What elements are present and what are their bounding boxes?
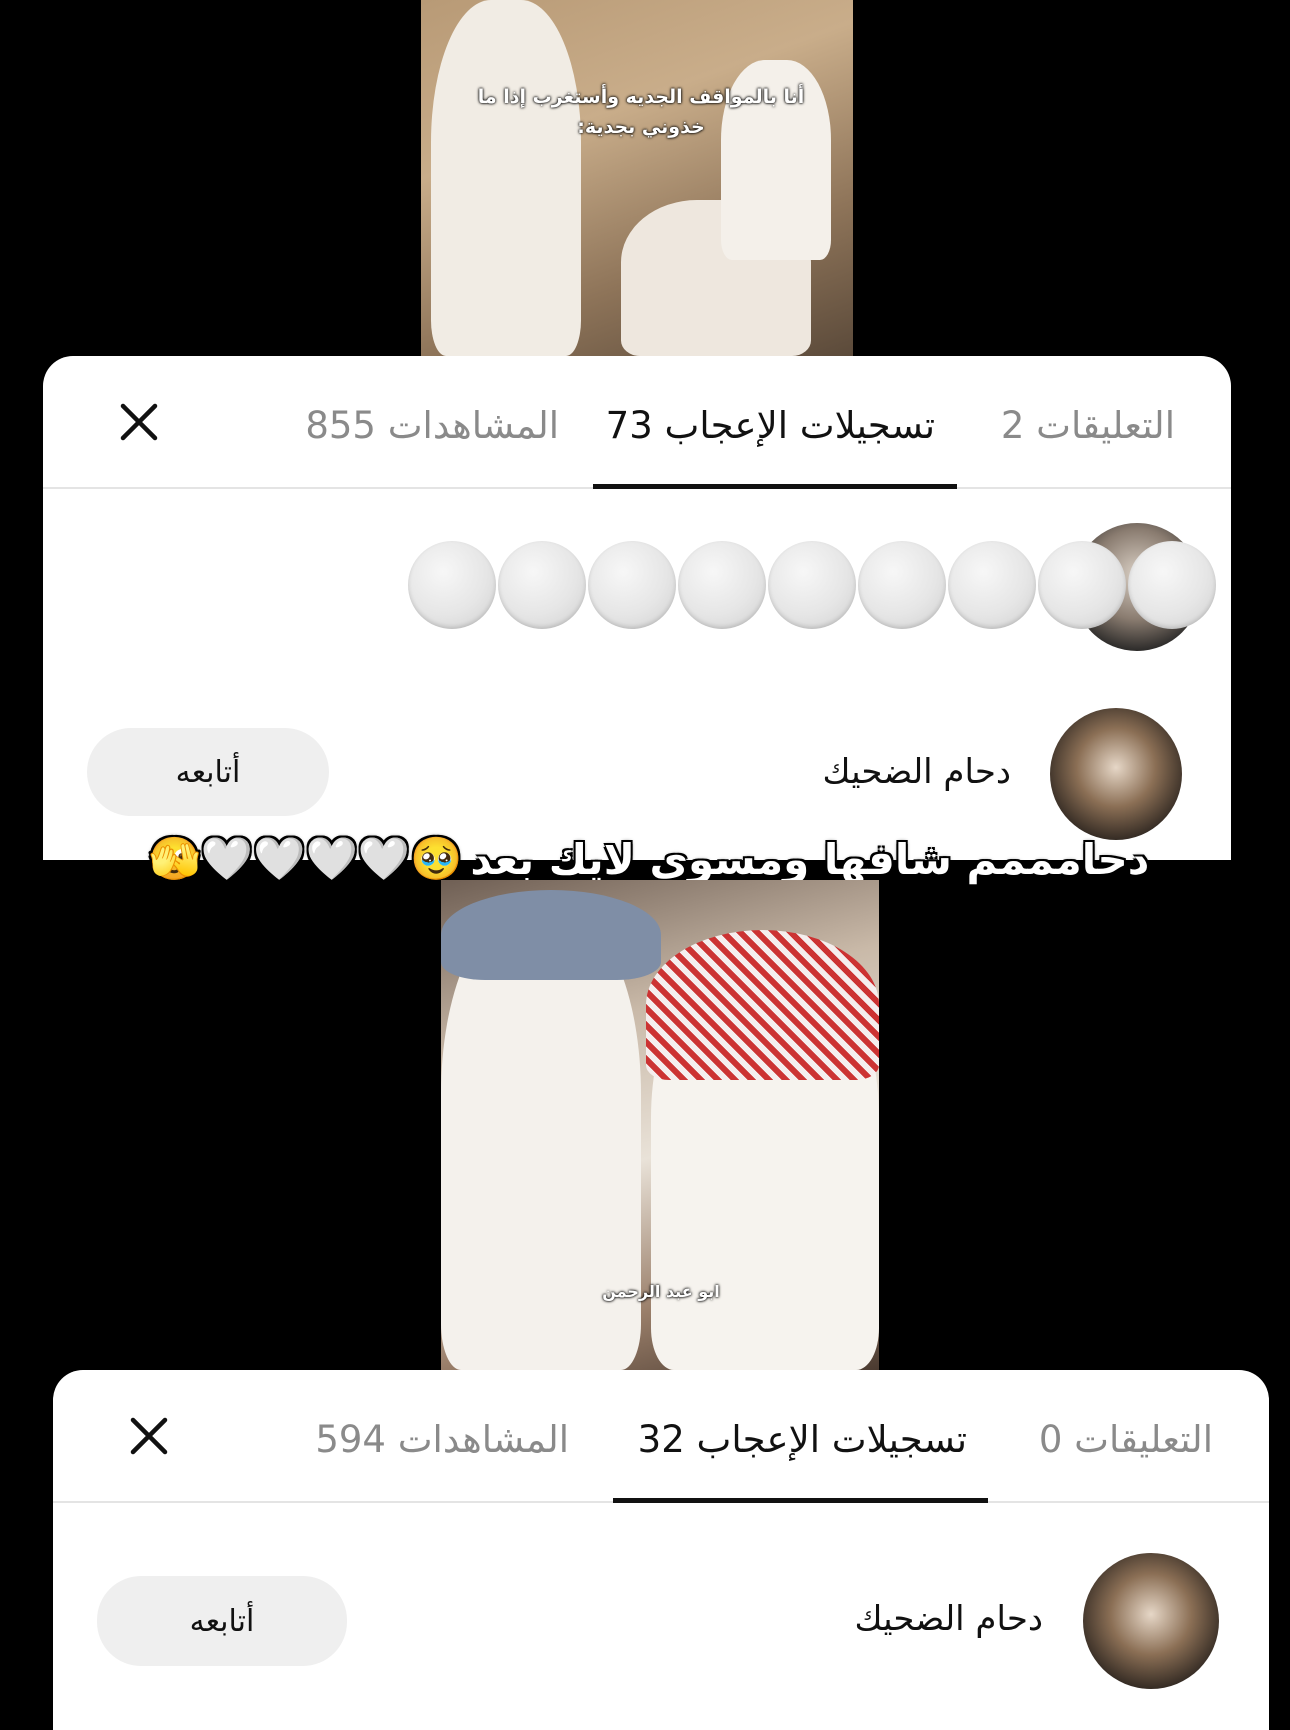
likes-sheet-top: التعليقات 2 تسجيلات الإعجاب 73 المشاهدات… [43,356,1231,860]
tab-bar: التعليقات 0 تسجيلات الإعجاب 32 المشاهدات… [53,1370,1269,1503]
close-icon[interactable] [113,396,165,448]
close-icon[interactable] [123,1410,175,1462]
tab-comments[interactable]: التعليقات 2 [1001,404,1175,447]
user-name[interactable]: دحام الضحيك [854,1599,1043,1639]
emoji-bubble [858,541,946,629]
video-caption: أنا بالمواقف الجديه وأستغرب إذا ما خذوني… [477,86,805,138]
video-caption: ابو عبد الرحمن [602,1282,720,1301]
tab-bar: التعليقات 2 تسجيلات الإعجاب 73 المشاهدات… [43,356,1231,489]
tab-comments[interactable]: التعليقات 0 [1039,1418,1213,1461]
user-avatar[interactable] [1050,708,1182,840]
emoji-bubble [498,541,586,629]
tab-likes[interactable]: تسجيلات الإعجاب 32 [638,1418,967,1461]
follow-button[interactable]: أتابعه [87,728,329,816]
tab-views[interactable]: المشاهدات 855 [305,404,559,447]
user-avatar[interactable] [1083,1553,1219,1689]
cap [441,890,661,980]
emoji-bubble [1038,541,1126,629]
likes-sheet-bottom: التعليقات 0 تسجيلات الإعجاب 32 المشاهدات… [53,1370,1269,1730]
liker-row: دحام الضحيك أتابعه [53,1553,1269,1693]
emoji-bubble [768,541,856,629]
emoji-bubble [1128,541,1216,629]
user-name[interactable]: دحام الضحيك [822,752,1011,792]
emoji-bubble [408,541,496,629]
active-tab-indicator [593,484,957,489]
video-frame-bottom[interactable]: ابو عبد الرحمن [441,880,879,1370]
tab-likes[interactable]: تسجيلات الإعجاب 73 [606,404,935,447]
active-tab-indicator [613,1498,988,1503]
likers-avatar-row [403,523,1216,651]
tab-views[interactable]: المشاهدات 594 [315,1418,569,1461]
video-frame-top[interactable]: أنا بالمواقف الجديه وأستغرب إذا ما خذوني… [421,0,853,356]
overlay-caption-text: دحامممم شافها ومسوي لايك بعد [470,834,1150,884]
follow-button[interactable]: أتابعه [97,1576,347,1666]
emoji-bubble [588,541,676,629]
ghutra [646,930,879,1080]
overlay-emojis: 🥹🤍🤍🤍🤍🫣 [148,834,463,883]
person-standing [431,0,581,356]
emoji-bubble [948,541,1036,629]
emoji-bubble [678,541,766,629]
